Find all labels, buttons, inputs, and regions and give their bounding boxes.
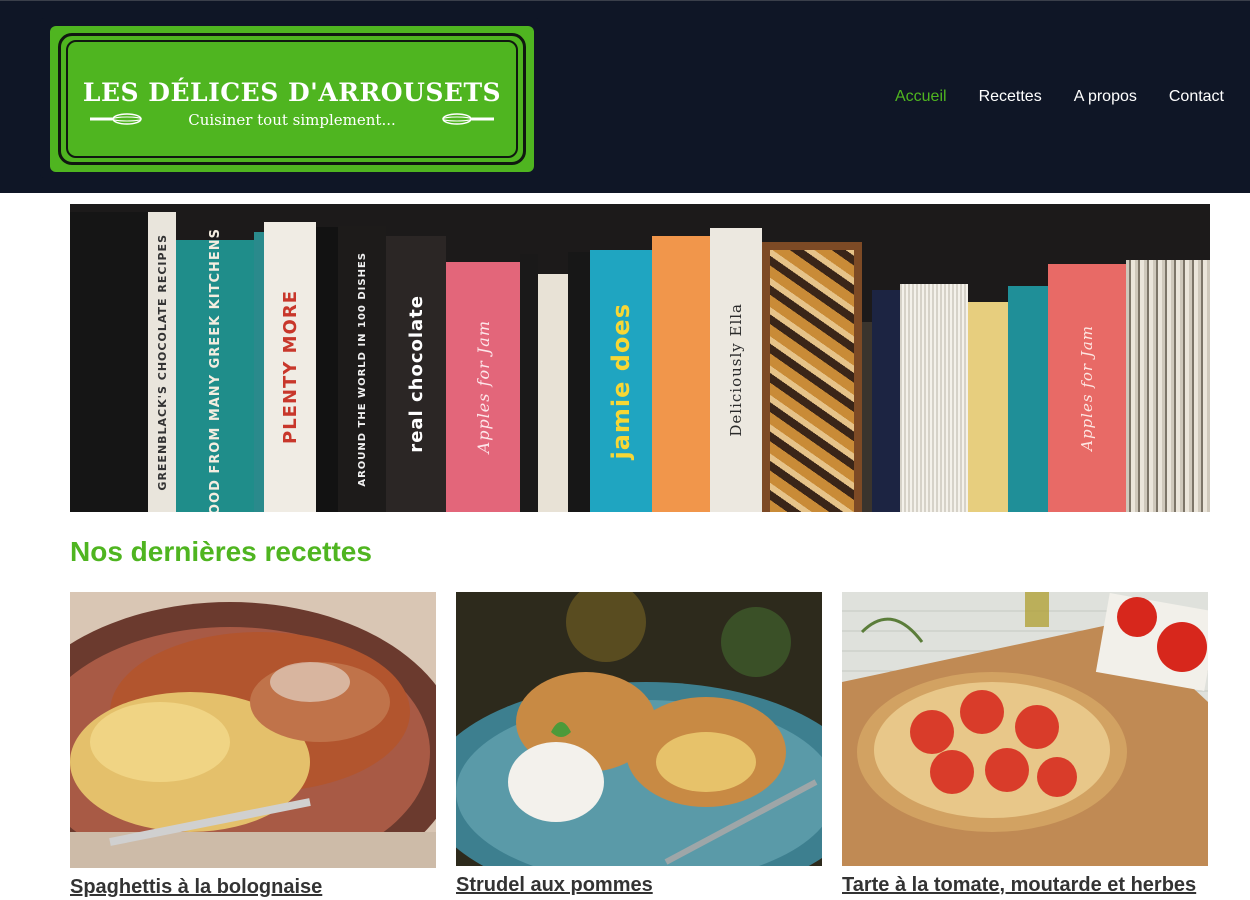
nav-item-a-propos[interactable]: A propos xyxy=(1074,88,1137,106)
book-spine: Deliciously Ella xyxy=(710,228,762,512)
site-header: LES DÉLICES D'ARROUSETS Cuisiner tout si… xyxy=(0,0,1250,193)
logo-tagline: Cuisiner tout simplement... xyxy=(188,111,396,129)
recipe-card[interactable]: Strudel aux pommes xyxy=(456,592,822,897)
main-nav: Accueil Recettes A propos Contact xyxy=(895,88,1224,106)
recipe-image-strudel[interactable] xyxy=(456,592,822,866)
book-spine: AROUND THE WORLD IN 100 DISHES xyxy=(338,226,386,512)
nav-item-recettes[interactable]: Recettes xyxy=(979,88,1042,106)
recipe-image-tarte-tomate[interactable] xyxy=(842,592,1208,866)
section-title: Nos dernières recettes xyxy=(70,536,372,567)
book-spine: GREENBLACK'S CHOCOLATE RECIPES xyxy=(148,212,176,512)
recipe-link-tarte-tomate[interactable]: Tarte à la tomate, moutarde et herbes xyxy=(842,874,1208,897)
book-spine: Apples for Jam xyxy=(446,262,520,512)
logo-badge: LES DÉLICES D'ARROUSETS Cuisiner tout si… xyxy=(50,26,534,172)
book-spine: PLENTY MORE xyxy=(264,222,316,512)
recipe-image-spaghetti[interactable] xyxy=(70,592,436,868)
recipe-link-strudel[interactable]: Strudel aux pommes xyxy=(456,874,822,897)
logo-title: LES DÉLICES D'ARROUSETS xyxy=(82,78,502,107)
nav-item-accueil[interactable]: Accueil xyxy=(895,88,947,106)
book-spine: jamie does xyxy=(590,250,652,512)
book-spine: real chocolate xyxy=(386,236,446,512)
recipe-link-spaghetti[interactable]: Spaghettis à la bolognaise xyxy=(70,876,436,899)
hero-bookshelf-image: GREENBLACK'S CHOCOLATE RECIPES FOOD FROM… xyxy=(70,204,1210,512)
recipe-card[interactable]: Spaghettis à la bolognaise xyxy=(70,592,436,899)
nav-item-contact[interactable]: Contact xyxy=(1169,88,1224,106)
book-spine: Apples for Jam xyxy=(1048,264,1126,512)
book-spine: FOOD FROM MANY GREEK KITCHENS xyxy=(176,228,254,512)
site-logo[interactable]: LES DÉLICES D'ARROUSETS Cuisiner tout si… xyxy=(40,18,540,178)
recipe-card[interactable]: Tarte à la tomate, moutarde et herbes xyxy=(842,592,1208,897)
